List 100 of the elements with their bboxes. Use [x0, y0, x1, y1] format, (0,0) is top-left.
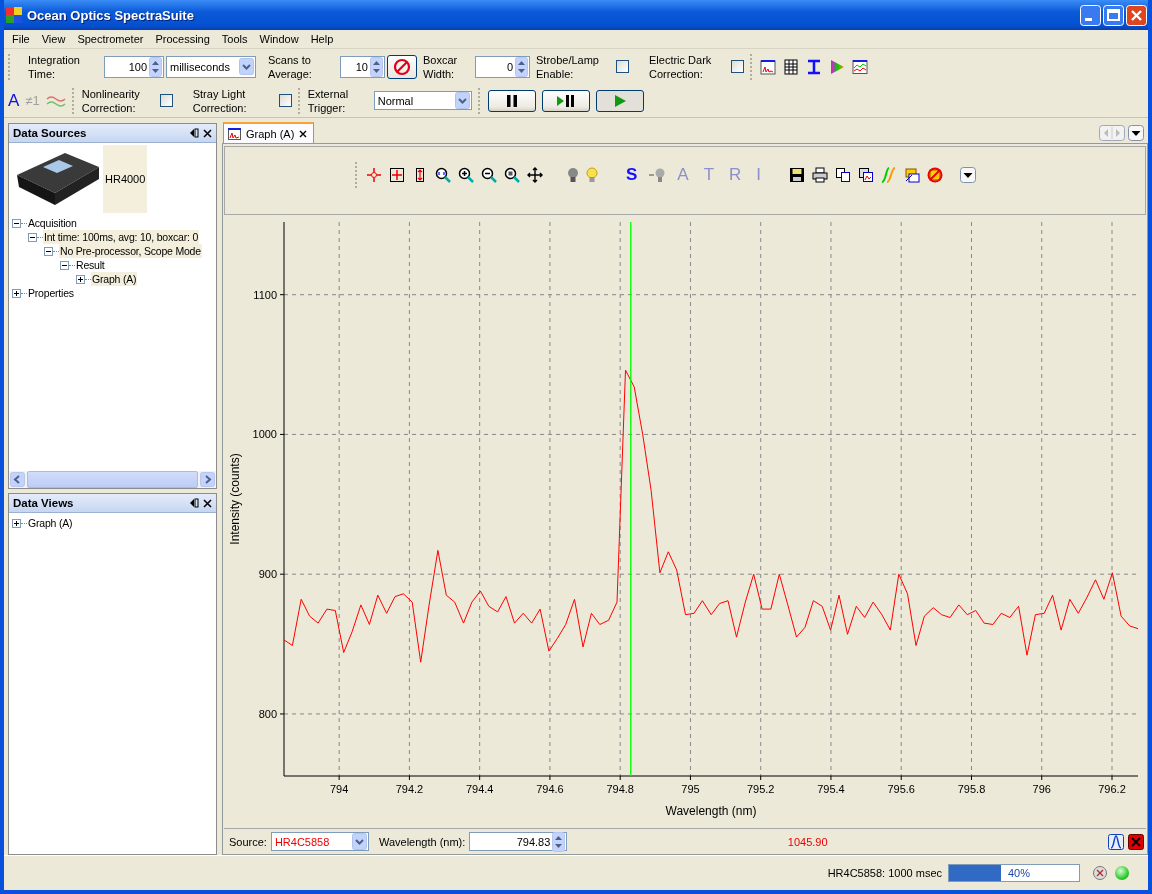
tick-mark	[689, 775, 691, 781]
i-beam-icon[interactable]	[806, 58, 822, 75]
x-tick-label: 794.8	[606, 783, 634, 795]
pin-icon[interactable]	[189, 498, 199, 508]
no-entry-icon	[393, 57, 411, 76]
dropdown-icon[interactable]	[960, 166, 977, 183]
table-view-icon[interactable]	[783, 58, 799, 75]
menu-item[interactable]: Window	[253, 33, 305, 45]
tree-item[interactable]: Result	[75, 258, 106, 272]
font-letter-icon[interactable]: A	[8, 90, 20, 111]
menu-item[interactable]: Tools	[215, 33, 254, 45]
pause-button[interactable]	[487, 89, 536, 112]
tree-item[interactable]: Graph (A)	[27, 516, 74, 530]
tick-mark	[619, 775, 621, 781]
tree-item[interactable]: No Pre-processor, Scope Mode	[59, 244, 202, 258]
wave-icon[interactable]	[45, 93, 66, 108]
caret-icon	[239, 58, 254, 75]
stop-button[interactable]	[387, 54, 417, 79]
collapse-icon[interactable]	[12, 218, 21, 228]
minimize-icon[interactable]	[1080, 4, 1101, 26]
tree-item[interactable]: Properties	[27, 286, 75, 300]
expand-icon[interactable]	[76, 274, 85, 284]
play-button[interactable]	[595, 89, 644, 112]
copy-graph-icon[interactable]	[858, 166, 875, 183]
collapse-icon[interactable]	[28, 232, 37, 242]
tab-menu-icon[interactable]	[1128, 125, 1144, 141]
tick-mark	[408, 775, 410, 781]
tree-item[interactable]: Graph (A)	[91, 272, 138, 286]
x-tick-label: 796.2	[1098, 783, 1126, 795]
step-button[interactable]	[541, 89, 590, 112]
overlay-graph-icon[interactable]	[852, 58, 868, 75]
tab[interactable]: Graph (A)	[223, 122, 315, 143]
peak-icon[interactable]	[1108, 833, 1124, 850]
x-tick-label: 794.4	[465, 783, 494, 795]
export-icon[interactable]	[904, 166, 921, 183]
save-icon[interactable]	[789, 166, 806, 183]
menu-item[interactable]: File	[6, 33, 36, 45]
printer-icon[interactable]	[812, 166, 829, 183]
spin-arrows-icon	[515, 56, 528, 77]
dropdown[interactable]: milliseconds	[166, 55, 256, 78]
tick-mark	[549, 775, 551, 781]
x-tick-label: 794	[329, 783, 349, 795]
graph-view-icon[interactable]	[760, 58, 776, 75]
checkbox[interactable]	[616, 60, 629, 73]
dash-bulb-icon[interactable]	[648, 166, 667, 183]
collapse-icon[interactable]	[60, 260, 69, 270]
close-icon[interactable]	[299, 129, 308, 138]
spinner-field[interactable]: 100	[104, 55, 164, 78]
zoom-out-icon[interactable]	[481, 166, 497, 183]
collapse-icon[interactable]	[44, 246, 53, 256]
menu-item[interactable]: View	[35, 33, 72, 45]
scroll-thumb[interactable]	[27, 471, 198, 488]
zoom-in-icon[interactable]	[458, 166, 474, 183]
copy-icon[interactable]	[835, 166, 852, 183]
spin-arrows-icon	[370, 56, 383, 77]
field-label: Boxcar Width:	[423, 52, 459, 81]
menu-item[interactable]: Help	[304, 33, 340, 45]
scroll-left-icon[interactable]	[10, 472, 25, 487]
zoom-box-icon[interactable]	[389, 166, 405, 183]
expand-icon[interactable]	[12, 288, 21, 298]
x-tick-label: 795.4	[817, 783, 845, 795]
tick-mark	[479, 775, 481, 781]
maximize-icon[interactable]	[1103, 4, 1124, 26]
checkbox[interactable]	[731, 60, 744, 73]
letter-icon[interactable]: S	[622, 164, 642, 185]
close-icon[interactable]	[203, 128, 212, 138]
no-export-icon[interactable]	[927, 166, 944, 183]
color-triangle-icon[interactable]	[829, 58, 845, 75]
zoom-fit-icon[interactable]	[435, 166, 451, 183]
graph-icon	[228, 127, 241, 140]
menu-item[interactable]: Spectrometer	[71, 33, 150, 45]
expand-icon[interactable]	[12, 518, 21, 528]
panel-title: Data Views	[13, 497, 75, 509]
close-icon[interactable]	[1128, 833, 1144, 850]
x-tick-label: 795.8	[957, 783, 986, 795]
pause-icon	[504, 93, 519, 108]
x-tick-label: 794.6	[536, 783, 564, 795]
play-icon	[612, 93, 627, 108]
dropdown[interactable]: HR4C5858	[270, 832, 369, 851]
unlit-bulb-icon[interactable]	[567, 166, 579, 183]
spinner-field[interactable]: 10	[340, 55, 385, 78]
play-pause-icon	[555, 93, 576, 108]
pin-icon[interactable]	[189, 128, 199, 138]
close-icon[interactable]	[203, 498, 212, 508]
spin-arrows-icon	[149, 56, 162, 77]
tree-item[interactable]: Int time: 100ms, avg: 10, boxcar: 0	[43, 230, 200, 244]
y-tick-label: 1100	[253, 288, 277, 301]
horizontal-scrollbar[interactable]	[9, 471, 216, 488]
checkbox[interactable]	[278, 94, 292, 107]
scroll-right-icon[interactable]	[200, 472, 215, 487]
y-tick-label: 900	[258, 568, 277, 581]
checkbox[interactable]	[159, 94, 173, 107]
menu-item[interactable]: Processing	[149, 33, 216, 45]
spinner-field[interactable]: 0	[475, 55, 530, 78]
dropdown[interactable]: Normal	[373, 91, 472, 110]
tree-item[interactable]: Acquisition	[27, 216, 78, 230]
move-icon[interactable]	[527, 166, 543, 183]
spinner-field[interactable]: 794.83	[469, 832, 568, 851]
crosshair-icon[interactable]	[366, 166, 382, 183]
zoom-reset-icon[interactable]	[504, 166, 520, 183]
